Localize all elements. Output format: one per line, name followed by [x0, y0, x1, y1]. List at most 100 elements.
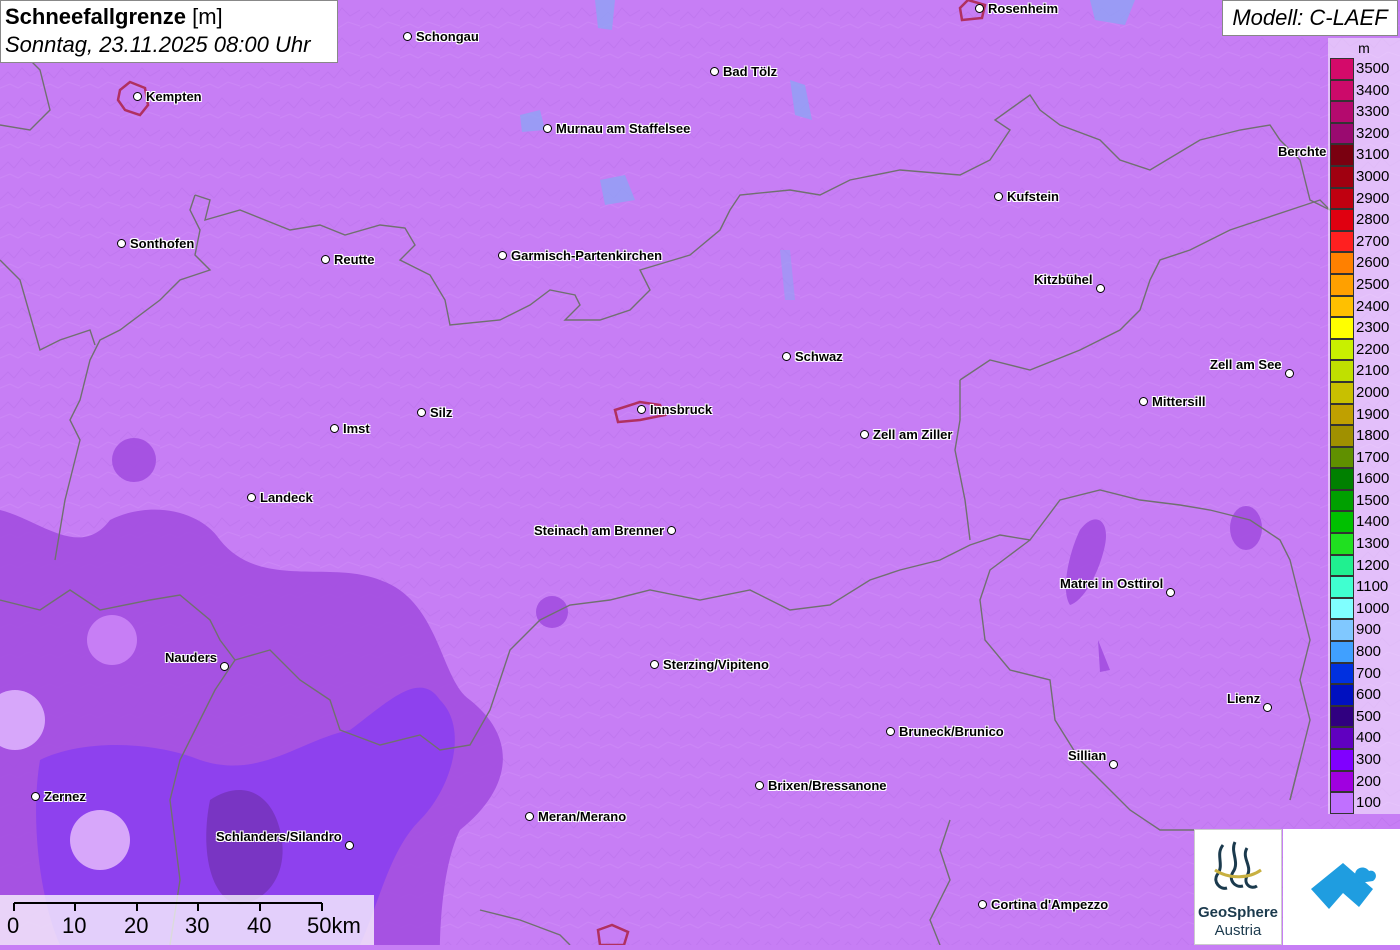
- scale-label: 20: [124, 913, 149, 938]
- city-marker: [650, 660, 659, 669]
- legend-value: 1800: [1356, 427, 1390, 445]
- legend-swatch: [1330, 597, 1354, 620]
- city-marker: [978, 900, 987, 909]
- legend-value: 1200: [1356, 556, 1390, 574]
- legend-swatch: [1330, 684, 1354, 706]
- city-marker: [1285, 369, 1294, 378]
- city-marker: [31, 792, 40, 801]
- scale-label: 0: [7, 913, 20, 938]
- legend-swatch: [1330, 705, 1354, 728]
- legend-value: 2700: [1356, 232, 1390, 250]
- geosphere-name: GeoSphere: [1197, 904, 1279, 921]
- city-marker: [667, 526, 676, 535]
- city-marker: [543, 124, 552, 133]
- legend-row: 2800: [1328, 209, 1400, 231]
- city-marker: [782, 352, 791, 361]
- city-marker: [637, 405, 646, 414]
- legend-value: 1500: [1356, 491, 1390, 509]
- legend-swatch: [1330, 533, 1354, 555]
- scale-label: 10: [62, 913, 87, 938]
- city-label: Bad Tölz: [723, 64, 778, 79]
- geosphere-logo[interactable]: GeoSphere Austria: [1194, 829, 1282, 945]
- legend-swatch: [1330, 360, 1354, 382]
- snowline-spot: [1230, 506, 1262, 550]
- legend-row: 2600: [1328, 252, 1400, 274]
- legend-value: 3000: [1356, 167, 1390, 185]
- legend-value: 2200: [1356, 340, 1390, 358]
- city-marker: [403, 32, 412, 41]
- legend-value: 2000: [1356, 383, 1390, 401]
- legend-swatch: [1330, 273, 1354, 296]
- legend-swatch: [1330, 749, 1354, 771]
- zamg-cloud-logo[interactable]: [1283, 829, 1400, 945]
- legend-row: 1300: [1328, 533, 1400, 555]
- city-label: Landeck: [260, 490, 313, 505]
- geosphere-emblem-icon: [1214, 841, 1262, 890]
- legend-value: 300: [1356, 751, 1382, 768]
- map-canvas[interactable]: [0, 0, 1400, 945]
- city-label: Sillian: [1068, 748, 1107, 763]
- legend-value: 3500: [1356, 60, 1390, 77]
- scale-label: 40: [247, 913, 272, 938]
- map-title-main: Schneefallgrenze: [5, 4, 186, 29]
- city-label: Innsbruck: [650, 402, 713, 417]
- city-label: Matrei in Osttirol: [1060, 576, 1164, 591]
- city-marker: [498, 251, 507, 260]
- city-marker: [975, 4, 984, 13]
- city-label: Zernez: [44, 789, 86, 804]
- legend-swatch: [1330, 230, 1354, 253]
- legend-row: 1500: [1328, 489, 1400, 512]
- legend-row: 2700: [1328, 230, 1400, 253]
- city-label: Kufstein: [1007, 189, 1059, 204]
- city-marker: [133, 92, 142, 101]
- legend-value: 3300: [1356, 103, 1390, 121]
- legend-value: 700: [1356, 664, 1382, 682]
- legend-value: 200: [1356, 772, 1382, 790]
- city-marker: [525, 812, 534, 821]
- legend-row: 1600: [1328, 468, 1400, 490]
- city-marker: [1166, 588, 1175, 597]
- city-label: Nauders: [165, 650, 218, 665]
- legend-row: 600: [1328, 684, 1400, 706]
- legend-swatch: [1330, 619, 1354, 642]
- city-marker: [755, 781, 764, 790]
- city-marker: [1109, 760, 1118, 769]
- lake: [595, 0, 615, 30]
- legend-swatch: [1330, 58, 1354, 80]
- legend-row: 2300: [1328, 317, 1400, 339]
- legend-swatch: [1330, 317, 1354, 339]
- snowline-hole: [70, 810, 130, 870]
- legend-row: 3400: [1328, 79, 1400, 102]
- legend-value: 800: [1356, 643, 1382, 661]
- legend-row: 1800: [1328, 425, 1400, 447]
- snowline-spot: [112, 438, 156, 482]
- city-label: Kempten: [146, 89, 202, 104]
- legend-value: 2600: [1356, 254, 1390, 272]
- legend-swatch: [1330, 554, 1354, 577]
- legend-value: 2400: [1356, 297, 1390, 315]
- city-label: Zell am See: [1210, 357, 1282, 372]
- city-marker: [220, 662, 229, 671]
- legend-swatch: [1330, 122, 1354, 145]
- legend-row: 1900: [1328, 403, 1400, 426]
- city-label: Murnau am Staffelsee: [556, 121, 691, 136]
- map-datetime: Sonntag, 23.11.2025 08:00 Uhr: [5, 32, 311, 57]
- city-label: Rosenheim: [988, 1, 1059, 16]
- legend-swatch: [1330, 79, 1354, 102]
- legend-swatch: [1330, 489, 1354, 512]
- legend-value: 1000: [1356, 599, 1390, 617]
- scale-label: 50km: [307, 913, 361, 938]
- legend-swatch: [1330, 792, 1354, 814]
- city-label: Imst: [343, 421, 370, 436]
- legend-swatch: [1330, 295, 1354, 318]
- scale-bar: 0 10 20 30 40 50km: [0, 895, 374, 945]
- legend-swatch: [1330, 144, 1354, 166]
- legend-row: 800: [1328, 641, 1400, 663]
- legend-swatch: [1330, 381, 1354, 404]
- city-marker: [1263, 703, 1272, 712]
- legend-value: 1400: [1356, 513, 1390, 531]
- legend-row: 1400: [1328, 511, 1400, 534]
- legend-swatch: [1330, 165, 1354, 188]
- legend-swatch: [1330, 576, 1354, 598]
- legend-row: 900: [1328, 619, 1400, 642]
